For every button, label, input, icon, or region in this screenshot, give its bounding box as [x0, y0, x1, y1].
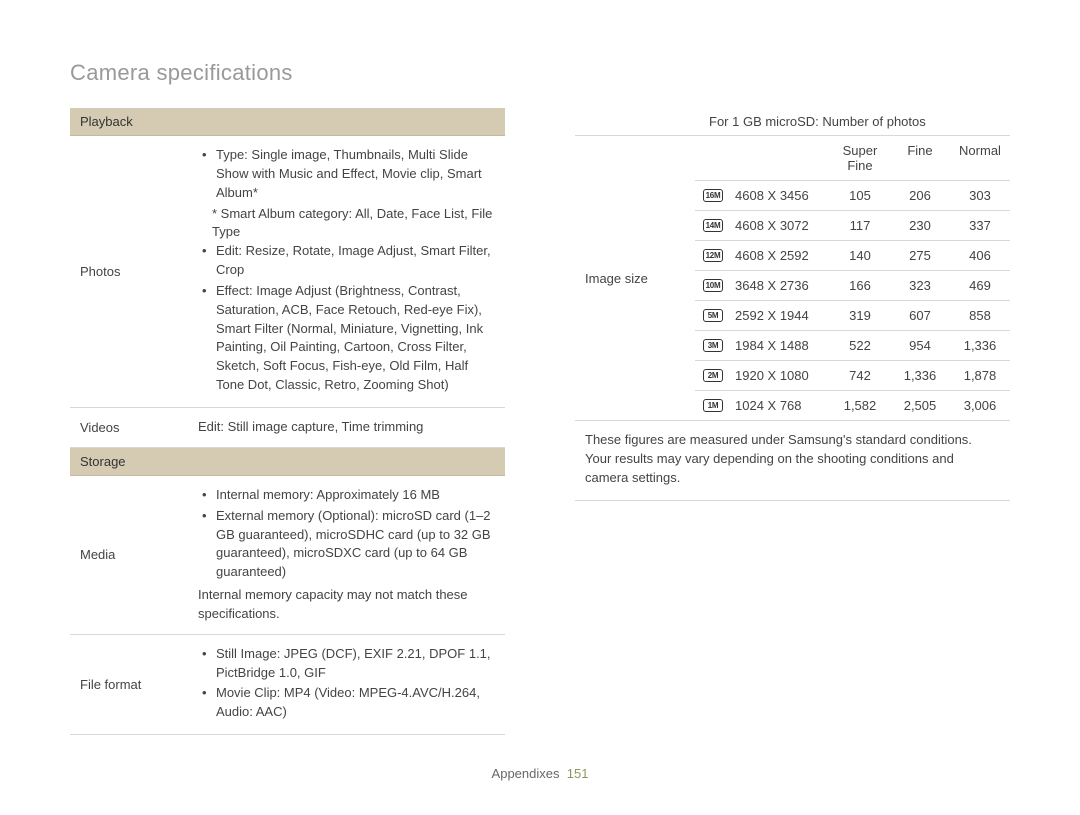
- file-format-still: Still Image: JPEG (DCF), EXIF 2.21, DPOF…: [216, 645, 495, 683]
- file-format-movie: Movie Clip: MP4 (Video: MPEG-4.AVC/H.264…: [216, 684, 495, 722]
- media-internal: Internal memory: Approximately 16 MB: [216, 486, 495, 505]
- mp-icon: 14M: [695, 211, 731, 241]
- left-column: Playback Photos Type: Single image, Thum…: [70, 108, 505, 735]
- count-fine: 206: [890, 181, 950, 211]
- photos-count-caption: For 1 GB microSD: Number of photos: [701, 108, 934, 135]
- row-media: Media Internal memory: Approximately 16 …: [70, 476, 505, 635]
- section-header-storage: Storage: [70, 448, 505, 476]
- photos-effect: Effect: Image Adjust (Brightness, Contra…: [216, 282, 495, 395]
- content-columns: Playback Photos Type: Single image, Thum…: [70, 108, 1010, 735]
- count-super-fine: 140: [830, 241, 890, 271]
- row-photos: Photos Type: Single image, Thumbnails, M…: [70, 136, 505, 408]
- count-super-fine: 319: [830, 301, 890, 331]
- count-super-fine: 166: [830, 271, 890, 301]
- image-size-value: 4608 X 3072: [731, 211, 830, 241]
- content-file-format: Still Image: JPEG (DCF), EXIF 2.21, DPOF…: [198, 635, 505, 734]
- page-footer: Appendixes 151: [0, 766, 1080, 781]
- mp-icon: 10M: [695, 271, 731, 301]
- page-title: Camera specifications: [70, 60, 1010, 86]
- count-super-fine: 522: [830, 331, 890, 361]
- content-photos: Type: Single image, Thumbnails, Multi Sl…: [198, 136, 505, 407]
- label-file-format: File format: [70, 635, 198, 734]
- count-fine: 275: [890, 241, 950, 271]
- col-normal: Normal: [950, 136, 1010, 181]
- mp-icon: 2M: [695, 361, 731, 391]
- image-size-value: 2592 X 1944: [731, 301, 830, 331]
- mp-icon: 16M: [695, 181, 731, 211]
- image-size-value: 1920 X 1080: [731, 361, 830, 391]
- count-normal: 406: [950, 241, 1010, 271]
- col-super-fine: Super Fine: [830, 136, 890, 181]
- image-size-value: 3648 X 2736: [731, 271, 830, 301]
- count-normal: 1,878: [950, 361, 1010, 391]
- label-photos: Photos: [70, 136, 198, 407]
- row-videos: Videos Edit: Still image capture, Time t…: [70, 408, 505, 448]
- mp-icon: 1M: [695, 391, 731, 420]
- count-super-fine: 117: [830, 211, 890, 241]
- mp-icon: 3M: [695, 331, 731, 361]
- photos-edit: Edit: Resize, Rotate, Image Adjust, Smar…: [216, 242, 495, 280]
- footer-text: Appendixes: [492, 766, 560, 781]
- right-column: For 1 GB microSD: Number of photos Image…: [575, 108, 1010, 735]
- row-file-format: File format Still Image: JPEG (DCF), EXI…: [70, 635, 505, 735]
- count-fine: 230: [890, 211, 950, 241]
- image-size-value: 1024 X 768: [731, 391, 830, 420]
- row-caption: For 1 GB microSD: Number of photos: [575, 108, 1010, 136]
- image-size-grid: Image size Super FineFineNormal 16M4608 X…: [575, 136, 1010, 421]
- count-normal: 3,006: [950, 391, 1010, 420]
- col-fine: Fine: [890, 136, 950, 181]
- footer-page-number: 151: [567, 766, 589, 781]
- count-normal: 858: [950, 301, 1010, 331]
- count-fine: 607: [890, 301, 950, 331]
- section-header-playback: Playback: [70, 108, 505, 136]
- count-normal: 1,336: [950, 331, 1010, 361]
- count-super-fine: 742: [830, 361, 890, 391]
- photos-count-note: These figures are measured under Samsung…: [575, 421, 1010, 501]
- count-normal: 303: [950, 181, 1010, 211]
- image-size-value: 4608 X 2592: [731, 241, 830, 271]
- image-size-value: 1984 X 1488: [731, 331, 830, 361]
- count-normal: 469: [950, 271, 1010, 301]
- media-external: External memory (Optional): microSD card…: [216, 507, 495, 582]
- label-image-size: Image size: [575, 136, 695, 420]
- content-videos: Edit: Still image capture, Time trimming: [198, 408, 505, 447]
- mp-icon: 5M: [695, 301, 731, 331]
- content-media: Internal memory: Approximately 16 MB Ext…: [198, 476, 505, 634]
- count-super-fine: 1,582: [830, 391, 890, 420]
- media-note: Internal memory capacity may not match t…: [198, 586, 495, 624]
- count-fine: 2,505: [890, 391, 950, 420]
- count-super-fine: 105: [830, 181, 890, 211]
- mp-icon: 12M: [695, 241, 731, 271]
- count-normal: 337: [950, 211, 1010, 241]
- image-size-value: 4608 X 3456: [731, 181, 830, 211]
- photos-type: Type: Single image, Thumbnails, Multi Sl…: [216, 146, 495, 203]
- photos-smart-album-note: * Smart Album category: All, Date, Face …: [198, 205, 495, 243]
- label-videos: Videos: [70, 408, 198, 447]
- count-fine: 323: [890, 271, 950, 301]
- label-media: Media: [70, 476, 198, 634]
- count-fine: 954: [890, 331, 950, 361]
- count-fine: 1,336: [890, 361, 950, 391]
